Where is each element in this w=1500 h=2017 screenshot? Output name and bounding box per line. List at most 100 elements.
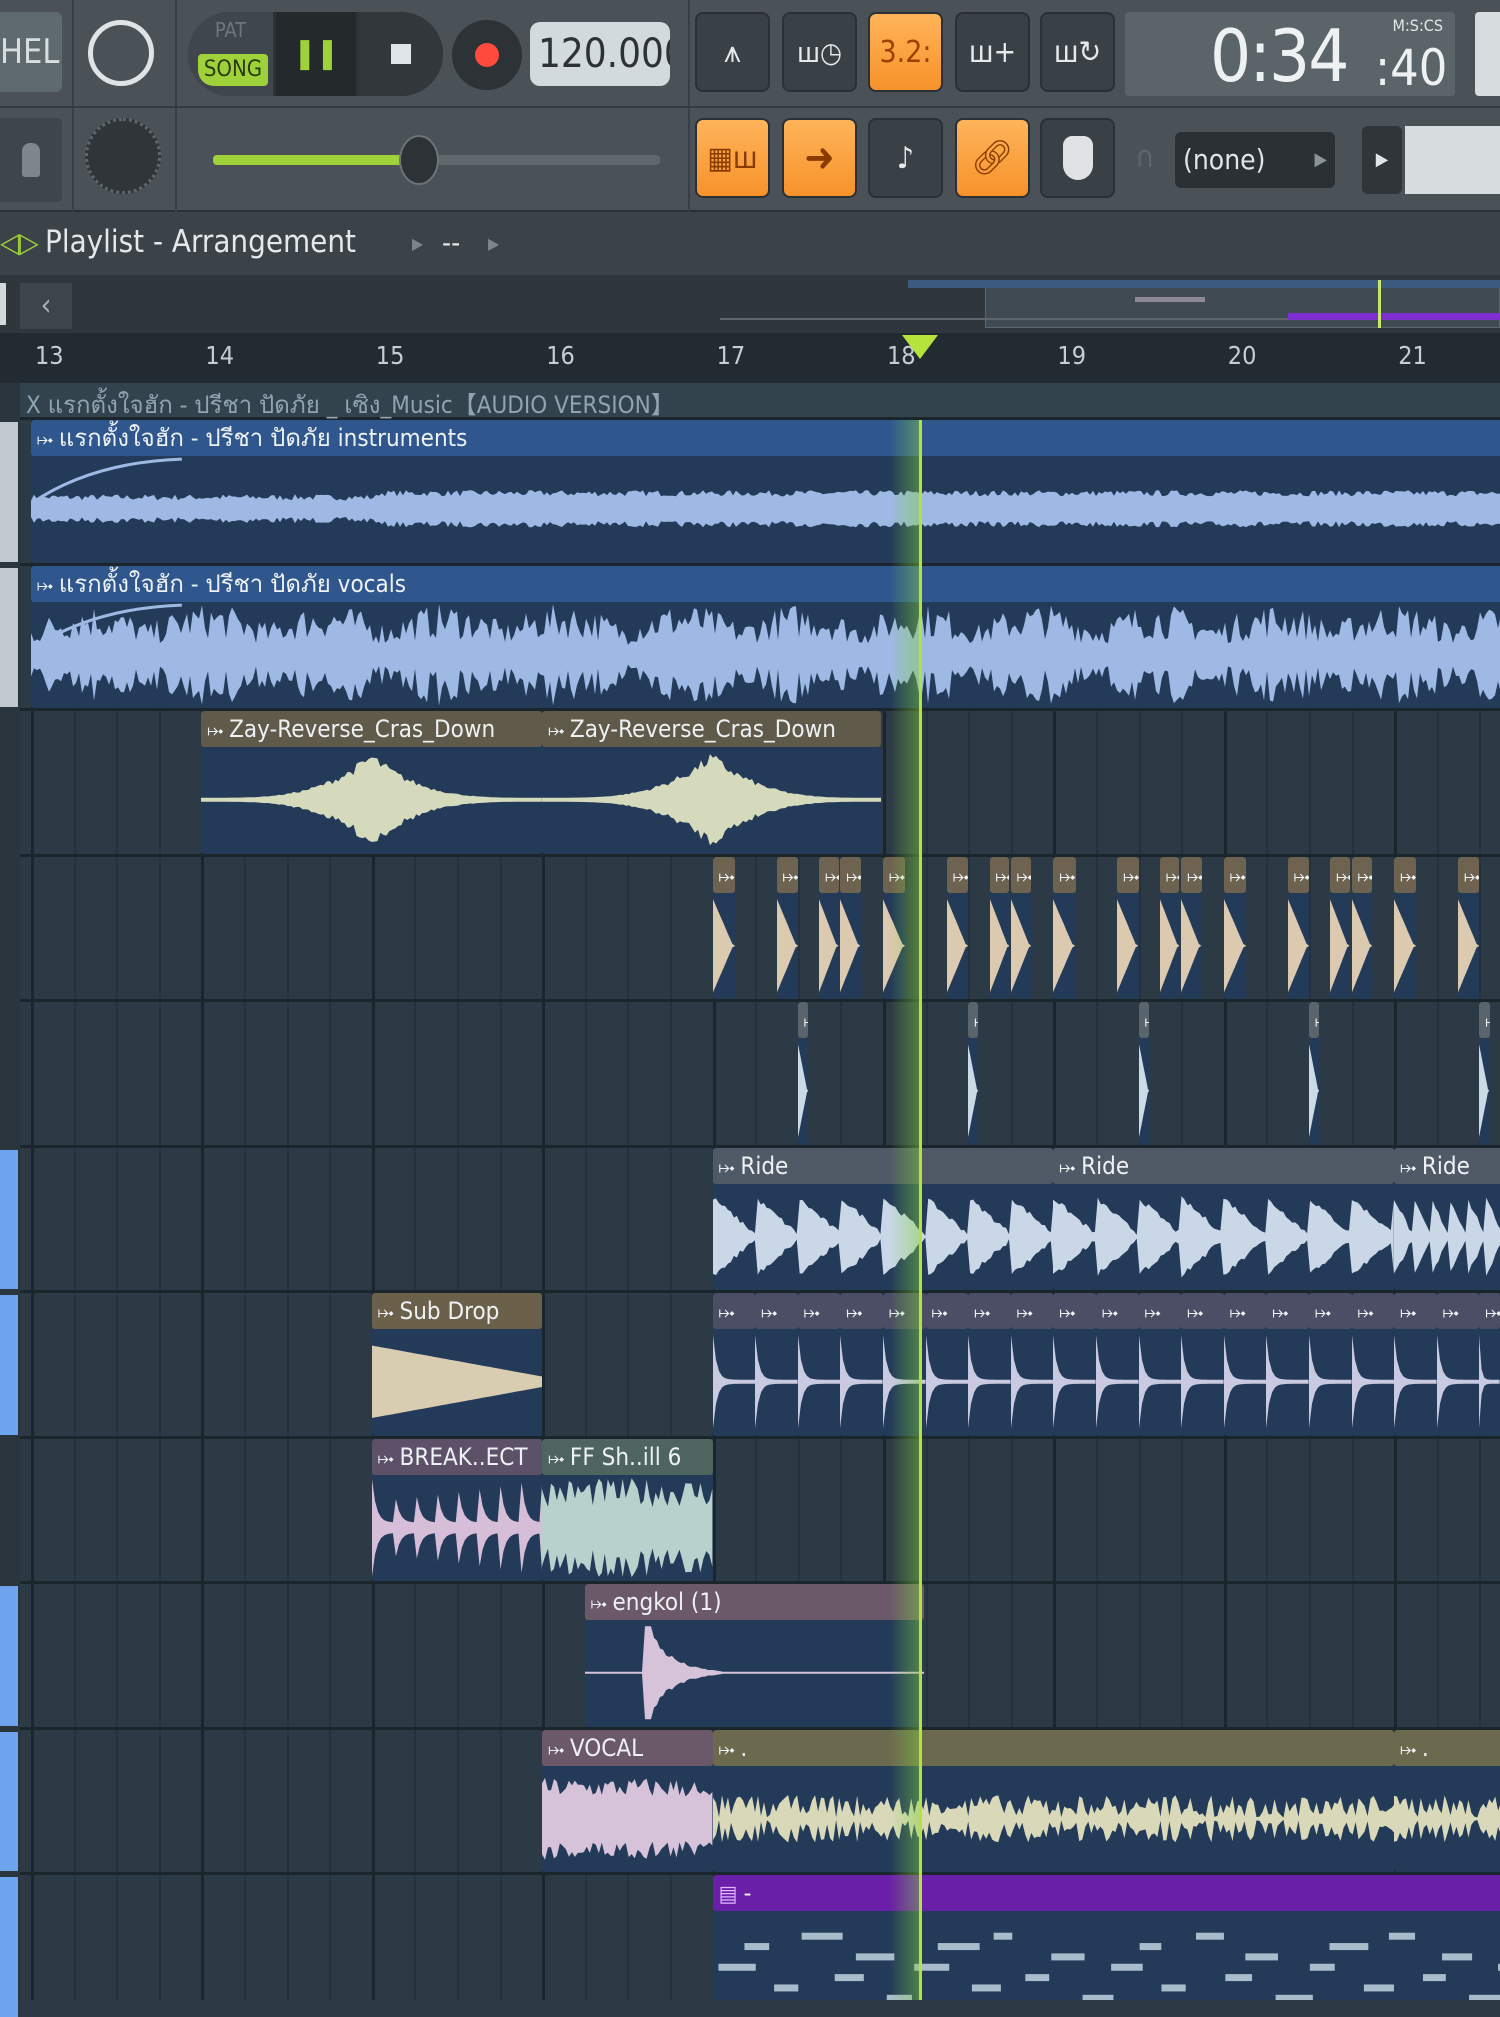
audio-clip[interactable]: ⤠	[1138, 1002, 1149, 1145]
audio-clip[interactable]: ⤠	[989, 856, 1010, 999]
clip-header[interactable]: ⤠	[1181, 856, 1202, 893]
clip-header[interactable]: ⤠	[1458, 856, 1480, 893]
audio-clip[interactable]: ⤠	[797, 1002, 809, 1145]
clip-header[interactable]: ⤠	[712, 856, 735, 893]
clip-header[interactable]: ⤠	[1010, 856, 1032, 893]
audio-clip[interactable]: ⤠ BREAK..ECT	[371, 1438, 543, 1581]
magnet-icon[interactable]: ∩	[1135, 140, 1155, 175]
clip-header[interactable]: ⤠ แรกตั้งใจฮัก - ปรีชา ปัดภัย vocals	[31, 565, 1500, 602]
clip-header[interactable]: ⤠	[1138, 1293, 1182, 1329]
audio-clip[interactable]: ⤠	[1330, 856, 1350, 999]
audio-clip[interactable]: ⤠	[840, 856, 861, 999]
metronome-button[interactable]: ⩚	[695, 12, 770, 92]
clip-header[interactable]: ⤠	[1436, 1293, 1480, 1329]
stop-button[interactable]	[359, 12, 443, 96]
audio-clip[interactable]: ⤠ Zay-Reverse_Cras_Down	[201, 711, 543, 854]
song-audio-clip-header[interactable]: X แรกตั้งใจฮัก - ปรีชา ปัดภัย _ เซิง_Mus…	[20, 383, 1500, 420]
audio-clip[interactable]: ⤠	[1096, 1293, 1139, 1436]
record-button[interactable]	[452, 20, 522, 90]
audio-clip[interactable]: ⤠	[1010, 1293, 1054, 1436]
audio-clip[interactable]: ⤠	[1266, 1293, 1309, 1436]
help-menu[interactable]: HELP	[0, 12, 62, 92]
clip-header[interactable]: ⤠	[1010, 1293, 1054, 1329]
clip-header[interactable]: ⤠	[1138, 1002, 1149, 1038]
audio-clip[interactable]: ⤠	[1394, 856, 1417, 999]
clip-header[interactable]: ⤠	[840, 856, 861, 893]
audio-clip[interactable]: ⤠ engkol (1)	[584, 1584, 924, 1727]
clip-header[interactable]: ⤠ แรกตั้งใจฮัก - ปรีชา ปัดภัย instrument…	[31, 420, 1500, 456]
clip-header[interactable]: ⤠	[1053, 1293, 1096, 1329]
audio-clip[interactable]: ⤠	[776, 856, 798, 999]
audio-clip[interactable]: ⤠	[1309, 1002, 1320, 1145]
audio-clip[interactable]: ⤠	[1309, 1293, 1352, 1436]
audio-clip[interactable]: ⤠	[968, 1002, 979, 1145]
audio-clip[interactable]: ⤠ FF Sh..ill 6	[542, 1438, 713, 1581]
track-color-strip[interactable]	[0, 567, 18, 707]
clip-header[interactable]: ⤠ Zay-Reverse_Cras_Down	[542, 711, 882, 747]
audio-clip[interactable]: ⤠	[1117, 856, 1139, 999]
audio-clip[interactable]: ⤠	[1181, 856, 1202, 999]
audio-clip[interactable]: ⤠	[1351, 856, 1373, 999]
clip-header[interactable]: ⤠	[840, 1293, 883, 1329]
clip-header[interactable]: ⤠ Zay-Reverse_Cras_Down	[201, 711, 543, 747]
countdown-button[interactable]: 3.2:	[868, 12, 943, 92]
audio-clip[interactable]: ⤠ แรกตั้งใจฮัก - ปรีชา ปัดภัย instrument…	[31, 420, 1500, 563]
clip-header[interactable]: ⤠	[989, 856, 1010, 893]
clip-header[interactable]: ⤠	[797, 1002, 809, 1038]
audio-clip[interactable]: ⤠	[1458, 856, 1480, 999]
blend-notes-button[interactable]: ♪	[868, 118, 943, 198]
audio-clip[interactable]: ⤠	[1159, 856, 1180, 999]
clip-header[interactable]: ⤠	[797, 1293, 841, 1329]
audio-clip[interactable]: ⤠	[1010, 856, 1032, 999]
tempo-display[interactable]: 120.000	[530, 22, 670, 86]
track-color-strip[interactable]	[0, 1295, 18, 1435]
wait-for-input-button[interactable]: ш◷	[782, 12, 857, 92]
audio-clip[interactable]: ⤠ Ride	[1053, 1147, 1395, 1290]
audio-clip[interactable]: ⤠	[925, 1293, 969, 1436]
clip-header[interactable]: ⤠ VOCAL	[542, 1729, 713, 1766]
track-color-strip[interactable]	[0, 1149, 18, 1289]
typing-keyboard-button[interactable]: ▦ш	[695, 118, 770, 198]
audio-clip[interactable]: ⤠	[1223, 856, 1246, 999]
track-color-strip[interactable]	[0, 1586, 18, 1726]
clip-header[interactable]: ⤠	[1351, 856, 1373, 893]
clip-header[interactable]: ⤠	[946, 856, 969, 893]
clip-header[interactable]: ⤠	[1351, 1293, 1395, 1329]
play-pause-button[interactable]: ❚❚	[276, 12, 356, 96]
instrument-button[interactable]	[0, 118, 62, 202]
audio-clip[interactable]: ⤠	[712, 856, 735, 999]
audio-clip[interactable]: ⤠	[1436, 1293, 1480, 1436]
clip-header[interactable]: ⤠	[1266, 1293, 1309, 1329]
track-color-strip[interactable]	[0, 422, 18, 562]
master-volume-slider[interactable]	[213, 135, 660, 185]
clip-header[interactable]: ⤠	[1309, 1002, 1320, 1038]
clip-header[interactable]: ⤠	[1053, 856, 1076, 893]
audio-clip[interactable]: ⤠	[1479, 1002, 1490, 1145]
knob-button[interactable]	[1040, 118, 1115, 198]
scroll-left-button[interactable]: ‹	[20, 283, 72, 329]
clip-header[interactable]: ⤠	[755, 1293, 798, 1329]
audio-clip[interactable]: ⤠ แรกตั้งใจฮัก - ปรีชา ปัดภัย vocals	[31, 565, 1500, 708]
audio-clip[interactable]: ⤠	[712, 1293, 756, 1436]
audio-clip[interactable]: ⤠ Ride	[712, 1147, 1054, 1290]
pat-song-toggle[interactable]: PAT SONG	[188, 12, 273, 96]
playhead-marker[interactable]	[902, 335, 939, 359]
pattern-clip[interactable]: ▤ -	[712, 1875, 1500, 2000]
clip-header[interactable]: ▤ -	[712, 1875, 1500, 1911]
clip-header[interactable]: ⤠	[1223, 1293, 1267, 1329]
audio-clip[interactable]: ⤠ Zay-Reverse_Cras_Down	[542, 711, 882, 854]
audio-clip[interactable]: ⤠ .	[712, 1729, 1395, 1872]
pattern-select[interactable]: (none) ▶	[1175, 132, 1335, 188]
time-display[interactable]: M:S:CS 0:34 :40	[1125, 12, 1455, 96]
audio-clip[interactable]: ⤠	[1223, 1293, 1267, 1436]
audio-clip[interactable]: ⤠	[840, 1293, 883, 1436]
audio-clip[interactable]: ⤠ VOCAL	[542, 1729, 713, 1872]
audio-clip[interactable]: ⤠	[819, 856, 839, 999]
clip-header[interactable]: ⤠	[1181, 1293, 1224, 1329]
audio-clip[interactable]: ⤠	[1479, 1293, 1500, 1436]
clip-header[interactable]: ⤠	[925, 1293, 969, 1329]
audio-clip[interactable]: ⤠ .	[1394, 1729, 1500, 1872]
audio-clip[interactable]: ⤠	[1351, 1293, 1395, 1436]
clip-header[interactable]: ⤠	[1223, 856, 1246, 893]
clip-header[interactable]: ⤠	[1330, 856, 1350, 893]
